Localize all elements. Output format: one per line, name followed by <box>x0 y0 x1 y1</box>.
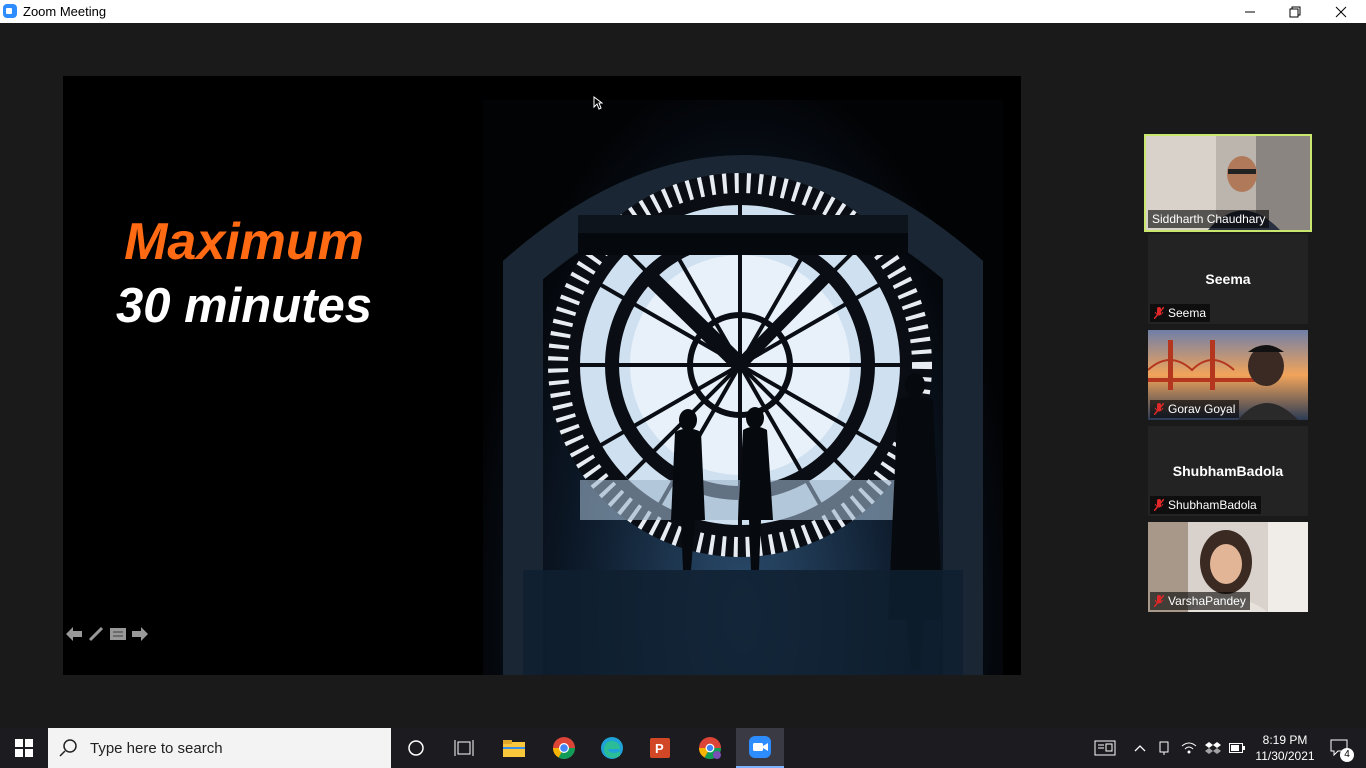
dropbox-button[interactable] <box>1202 728 1224 768</box>
battery-button[interactable] <box>1226 728 1248 768</box>
participant-name-label: ShubhamBadola <box>1150 496 1261 514</box>
news-widget-button[interactable] <box>1090 728 1120 768</box>
notifications-button[interactable]: 4 <box>1320 728 1360 768</box>
task-view-icon <box>454 740 474 756</box>
search-input[interactable] <box>88 738 372 758</box>
mic-muted-icon <box>1154 595 1164 607</box>
mouse-cursor-icon <box>593 96 603 110</box>
edge-icon <box>601 737 623 759</box>
participant-tile-shubham[interactable]: ShubhamBadola ShubhamBadola <box>1148 426 1308 516</box>
chevron-up-icon <box>1134 745 1146 752</box>
mic-muted-icon <box>1154 403 1164 415</box>
cortana-icon <box>408 740 424 756</box>
chrome-icon <box>699 737 721 759</box>
zoom-icon <box>749 736 771 758</box>
participant-display-name: Seema <box>1205 271 1251 287</box>
taskbar: P 8:19 PM 11/30/2021 4 <box>0 728 1366 768</box>
wifi-button[interactable] <box>1178 728 1200 768</box>
show-hidden-icons-button[interactable] <box>1130 728 1150 768</box>
shared-screen: Maximum 30 minutes <box>63 76 1021 675</box>
meeting-tray-button[interactable] <box>1154 728 1174 768</box>
arrow-right-icon <box>132 627 148 641</box>
previous-slide-button[interactable] <box>65 625 83 643</box>
clock-date: 11/30/2021 <box>1255 749 1315 763</box>
zoom-taskbar-button[interactable] <box>736 728 784 768</box>
participant-tile-varsha[interactable]: VarshaPandey <box>1148 522 1308 612</box>
mic-muted-icon <box>1154 307 1164 319</box>
svg-text:P: P <box>655 741 664 756</box>
restore-button[interactable] <box>1272 0 1318 23</box>
minimize-button[interactable] <box>1227 0 1273 23</box>
start-button[interactable] <box>0 728 48 768</box>
arrow-left-icon <box>66 627 82 641</box>
title-bar: Zoom Meeting <box>0 0 1366 23</box>
task-view-button[interactable] <box>440 728 488 768</box>
window-title: Zoom Meeting <box>23 4 107 19</box>
chrome-profile-button[interactable] <box>686 728 734 768</box>
news-icon <box>1094 740 1116 756</box>
windows-logo-icon <box>15 739 33 757</box>
chrome-icon <box>553 737 575 759</box>
powerpoint-button[interactable]: P <box>636 728 684 768</box>
webcam-icon <box>1159 741 1169 755</box>
file-explorer-button[interactable] <box>490 728 538 768</box>
mic-muted-icon <box>1154 499 1164 511</box>
powerpoint-icon: P <box>650 738 670 758</box>
clock-time: 8:19 PM <box>1262 733 1308 747</box>
participant-display-name: ShubhamBadola <box>1172 463 1284 479</box>
cortana-button[interactable] <box>392 728 440 768</box>
participant-name-label: VarshaPandey <box>1150 592 1250 610</box>
search-icon <box>59 739 77 757</box>
restore-icon <box>1289 6 1301 17</box>
slide-controls <box>65 625 149 643</box>
folder-icon <box>503 740 525 757</box>
menu-icon <box>110 628 126 640</box>
participant-name-label: Gorav Goyal <box>1150 400 1240 418</box>
taskbar-search[interactable] <box>48 728 391 768</box>
clock[interactable]: 8:19 PM 11/30/2021 <box>1250 728 1320 768</box>
slide-subtitle: 30 minutes <box>116 279 372 333</box>
participant-name-label: Siddharth Chaudhary <box>1148 210 1270 228</box>
zoom-app-icon <box>3 4 17 18</box>
pen-tool-button[interactable] <box>87 625 105 643</box>
chrome-button[interactable] <box>540 728 588 768</box>
participant-tile-seema[interactable]: Seema Seema <box>1148 234 1308 324</box>
slide-menu-button[interactable] <box>109 625 127 643</box>
pen-icon <box>88 626 104 642</box>
participant-name-label: Seema <box>1150 304 1211 322</box>
battery-icon <box>1229 743 1245 753</box>
notification-count-badge: 4 <box>1340 748 1354 762</box>
close-button[interactable] <box>1318 0 1364 23</box>
dropbox-icon <box>1205 742 1221 754</box>
close-icon <box>1335 6 1347 17</box>
minimize-icon <box>1245 11 1255 12</box>
slide-title: Maximum <box>124 213 364 271</box>
clock-illustration <box>503 155 983 675</box>
next-slide-button[interactable] <box>131 625 149 643</box>
edge-button[interactable] <box>588 728 636 768</box>
participant-tile-siddharth[interactable]: Siddharth Chaudhary <box>1144 134 1312 232</box>
wifi-icon <box>1181 742 1197 754</box>
participant-tile-gorav[interactable]: Gorav Goyal <box>1148 330 1308 420</box>
